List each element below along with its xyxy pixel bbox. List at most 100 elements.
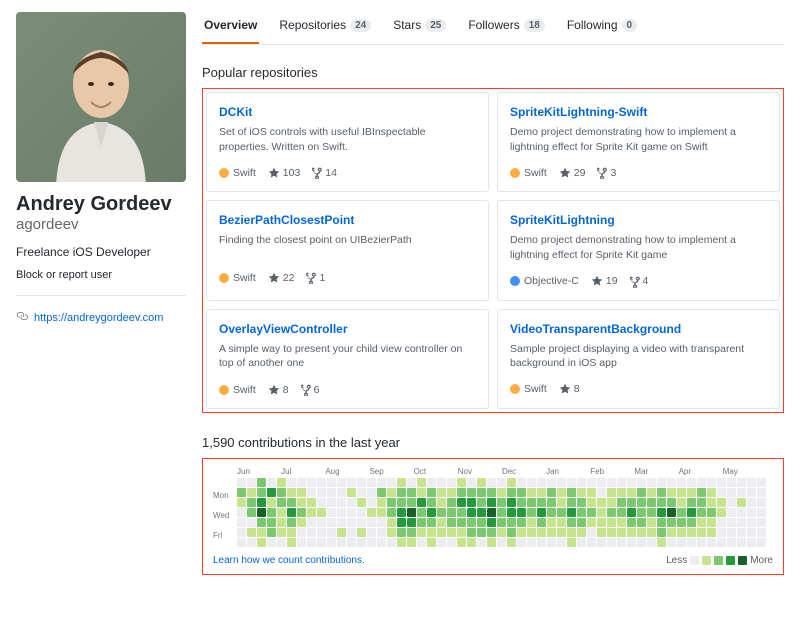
contribution-cell[interactable] bbox=[537, 498, 546, 507]
contribution-cell[interactable] bbox=[507, 528, 516, 537]
contribution-cell[interactable] bbox=[557, 498, 566, 507]
contribution-cell[interactable] bbox=[307, 538, 316, 547]
contribution-cell[interactable] bbox=[737, 528, 746, 537]
contribution-cell[interactable] bbox=[657, 508, 666, 517]
contribution-cell[interactable] bbox=[277, 518, 286, 527]
repo-stars[interactable]: 29 bbox=[559, 167, 586, 179]
contribution-cell[interactable] bbox=[407, 518, 416, 527]
contribution-cell[interactable] bbox=[697, 508, 706, 517]
contribution-cell[interactable] bbox=[407, 478, 416, 487]
contribution-cell[interactable] bbox=[567, 518, 576, 527]
contribution-cell[interactable] bbox=[547, 488, 556, 497]
contribution-cell[interactable] bbox=[447, 528, 456, 537]
contribution-cell[interactable] bbox=[477, 488, 486, 497]
contribution-cell[interactable] bbox=[517, 508, 526, 517]
contribution-cell[interactable] bbox=[287, 478, 296, 487]
contribution-cell[interactable] bbox=[647, 538, 656, 547]
contribution-cell[interactable] bbox=[577, 518, 586, 527]
contribution-cell[interactable] bbox=[377, 498, 386, 507]
contribution-cell[interactable] bbox=[417, 518, 426, 527]
contribution-cell[interactable] bbox=[257, 488, 266, 497]
contribution-cell[interactable] bbox=[357, 518, 366, 527]
contribution-cell[interactable] bbox=[517, 538, 526, 547]
contribution-cell[interactable] bbox=[287, 498, 296, 507]
contribution-cell[interactable] bbox=[717, 508, 726, 517]
contribution-cell[interactable] bbox=[517, 488, 526, 497]
contribution-cell[interactable] bbox=[627, 508, 636, 517]
contribution-cell[interactable] bbox=[447, 508, 456, 517]
contribution-cell[interactable] bbox=[427, 528, 436, 537]
contribution-cell[interactable] bbox=[507, 478, 516, 487]
contribution-cell[interactable] bbox=[567, 498, 576, 507]
contribution-cell[interactable] bbox=[707, 508, 716, 517]
contribution-cell[interactable] bbox=[687, 518, 696, 527]
contribution-cell[interactable] bbox=[417, 498, 426, 507]
contribution-cell[interactable] bbox=[487, 518, 496, 527]
contribution-cell[interactable] bbox=[587, 538, 596, 547]
contribution-cell[interactable] bbox=[327, 518, 336, 527]
contribution-cell[interactable] bbox=[317, 518, 326, 527]
contribution-cell[interactable] bbox=[637, 508, 646, 517]
contribution-cell[interactable] bbox=[577, 538, 586, 547]
contribution-cell[interactable] bbox=[457, 528, 466, 537]
contribution-cell[interactable] bbox=[327, 498, 336, 507]
repo-stars[interactable]: 8 bbox=[559, 383, 580, 395]
contribution-cell[interactable] bbox=[467, 528, 476, 537]
website-link[interactable]: https://andreygordeev.com bbox=[34, 312, 163, 324]
contribution-cell[interactable] bbox=[727, 488, 736, 497]
contribution-cell[interactable] bbox=[357, 538, 366, 547]
contribution-cell[interactable] bbox=[577, 478, 586, 487]
contribution-cell[interactable] bbox=[537, 528, 546, 537]
contribution-cell[interactable] bbox=[387, 478, 396, 487]
contribution-cell[interactable] bbox=[707, 538, 716, 547]
contribution-cell[interactable] bbox=[387, 498, 396, 507]
contribution-cell[interactable] bbox=[347, 528, 356, 537]
contribution-cell[interactable] bbox=[727, 478, 736, 487]
contribution-cell[interactable] bbox=[477, 498, 486, 507]
contribution-cell[interactable] bbox=[427, 508, 436, 517]
contribution-cell[interactable] bbox=[327, 478, 336, 487]
contribution-cell[interactable] bbox=[267, 528, 276, 537]
contribution-cell[interactable] bbox=[687, 528, 696, 537]
contribution-cell[interactable] bbox=[467, 538, 476, 547]
contribution-cell[interactable] bbox=[457, 518, 466, 527]
contribution-cell[interactable] bbox=[437, 498, 446, 507]
contribution-cell[interactable] bbox=[497, 498, 506, 507]
contribution-cell[interactable] bbox=[697, 498, 706, 507]
contribution-cell[interactable] bbox=[517, 478, 526, 487]
contribution-cell[interactable] bbox=[547, 478, 556, 487]
contribution-cell[interactable] bbox=[607, 508, 616, 517]
contribution-cell[interactable] bbox=[667, 498, 676, 507]
contribution-cell[interactable] bbox=[307, 518, 316, 527]
contribution-cell[interactable] bbox=[627, 498, 636, 507]
contribution-cell[interactable] bbox=[327, 528, 336, 537]
contribution-cell[interactable] bbox=[747, 518, 756, 527]
contribution-cell[interactable] bbox=[657, 498, 666, 507]
contribution-cell[interactable] bbox=[457, 508, 466, 517]
repo-forks[interactable]: 6 bbox=[301, 383, 320, 396]
contribution-cell[interactable] bbox=[627, 478, 636, 487]
repo-name-link[interactable]: OverlayViewController bbox=[219, 322, 348, 336]
contribution-cell[interactable] bbox=[677, 488, 686, 497]
contribution-cell[interactable] bbox=[507, 538, 516, 547]
contribution-cell[interactable] bbox=[317, 508, 326, 517]
contribution-cell[interactable] bbox=[667, 538, 676, 547]
contribution-cell[interactable] bbox=[377, 488, 386, 497]
contribution-cell[interactable] bbox=[597, 508, 606, 517]
contribution-cell[interactable] bbox=[637, 488, 646, 497]
contribution-cell[interactable] bbox=[267, 488, 276, 497]
learn-contributions-link[interactable]: Learn how we count contributions. bbox=[213, 555, 365, 566]
contribution-cell[interactable] bbox=[417, 528, 426, 537]
contribution-cell[interactable] bbox=[727, 538, 736, 547]
contribution-cell[interactable] bbox=[407, 538, 416, 547]
contribution-cell[interactable] bbox=[627, 538, 636, 547]
contribution-cell[interactable] bbox=[707, 488, 716, 497]
contribution-cell[interactable] bbox=[497, 538, 506, 547]
contribution-cell[interactable] bbox=[257, 508, 266, 517]
contribution-cell[interactable] bbox=[637, 478, 646, 487]
contribution-cell[interactable] bbox=[677, 478, 686, 487]
contribution-cell[interactable] bbox=[557, 528, 566, 537]
contribution-cell[interactable] bbox=[357, 498, 366, 507]
contribution-cell[interactable] bbox=[427, 498, 436, 507]
avatar[interactable] bbox=[16, 12, 186, 182]
